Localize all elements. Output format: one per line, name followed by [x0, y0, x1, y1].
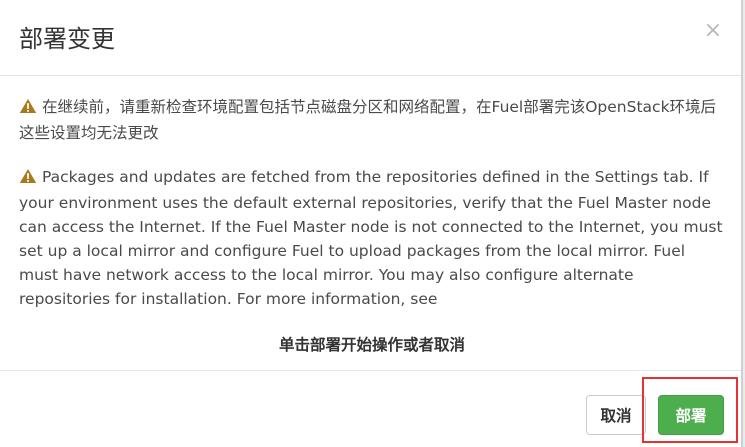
dialog-title: 部署变更	[19, 25, 115, 53]
deploy-changes-dialog: 部署变更 × 在继续前，请重新检查环境配置包括节点磁盘分区和网络配置，在Fuel…	[0, 0, 743, 447]
environment-warning: 在继续前，请重新检查环境配置包括节点磁盘分区和网络配置，在Fuel部署完该Ope…	[19, 95, 725, 145]
warning-icon	[19, 97, 37, 121]
cancel-button[interactable]: 取消	[586, 395, 646, 435]
repository-warning-text: Packages and updates are fetched from th…	[19, 168, 723, 308]
warning-icon	[19, 167, 37, 191]
repository-warning: Packages and updates are fetched from th…	[19, 165, 725, 311]
environment-warning-text: 在继续前，请重新检查环境配置包括节点磁盘分区和网络配置，在Fuel部署完该Ope…	[19, 98, 717, 142]
dialog-body: 在继续前，请重新检查环境配置包括节点磁盘分区和网络配置，在Fuel部署完该Ope…	[19, 95, 725, 354]
deploy-button[interactable]: 部署	[658, 395, 724, 435]
dialog-header: 部署变更 ×	[0, 0, 741, 76]
dialog-footer: 取消 部署	[0, 370, 741, 447]
close-button[interactable]: ×	[703, 18, 723, 44]
confirm-text: 单击部署开始操作或者取消	[278, 336, 465, 354]
